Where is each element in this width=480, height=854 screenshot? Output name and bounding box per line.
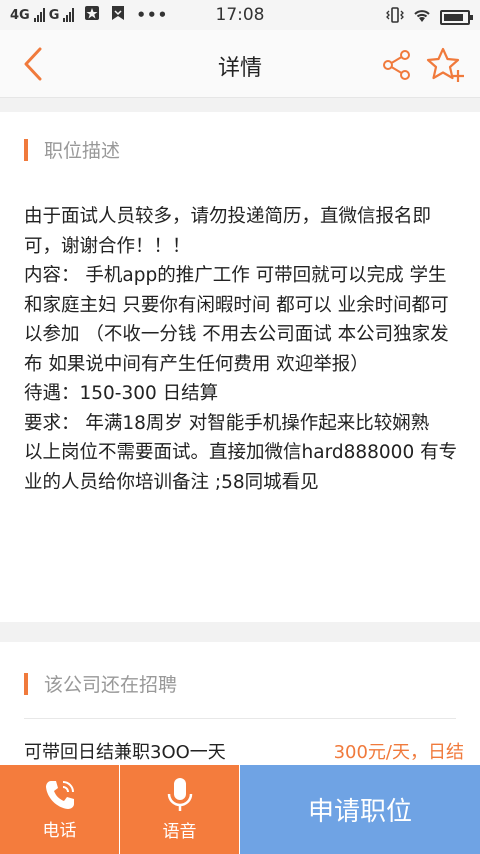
call-button[interactable]: 电话 [0,765,120,854]
job-list-item[interactable]: 可带回日结兼职3OO一天 300元/天，日结 [24,738,464,764]
app-notification-icon [84,5,100,25]
call-label: 电话 [42,821,77,841]
other-jobs-section: 该公司还在招聘 可带回日结兼职3OO一天 300元/天，日结 [0,642,480,772]
job-item-pay: 300元/天，日结 [333,742,464,763]
section-accent-bar [24,138,28,161]
star-add-icon [426,47,464,82]
battery-fill [444,13,463,21]
other-jobs-heading: 该公司还在招聘 [44,674,178,696]
divider [24,718,456,719]
microphone-icon [167,778,192,811]
nav-bar: 详情 [0,30,480,98]
voice-label: 语音 [162,822,197,842]
battery-icon [440,9,473,25]
apply-button[interactable]: 申请职位 [240,765,480,854]
more-icon: ••• [136,6,169,24]
other-jobs-header: 该公司还在招聘 [24,670,177,697]
signal-icon [33,8,45,22]
voice-button[interactable]: 语音 [120,765,240,854]
description-body: 由于面试人员较多，请勿投递简历，直微信报名即可，谢谢合作！！！ 内容： 手机ap… [24,206,458,493]
vibrate-icon [386,6,404,28]
bottom-action-bar: 电话 语音 申请职位 [0,765,480,854]
share-icon [383,50,410,80]
favorite-button[interactable] [426,46,466,84]
description-header: 职位描述 [24,136,120,163]
description-heading: 职位描述 [44,140,121,162]
section-accent-bar [24,672,28,695]
network-type-1: 4G [10,7,30,23]
job-description-section: 职位描述 由于面试人员较多，请勿投递简历，直微信报名即可，谢谢合作！！！ 内容：… [0,112,480,622]
share-button[interactable] [380,48,414,82]
job-item-title: 可带回日结兼职3OO一天 [24,742,226,763]
status-bar: 4G G ••• 17:08 [0,0,480,30]
status-right [386,6,473,28]
status-left: 4G G ••• [10,5,168,25]
signal-icon-2 [63,8,75,22]
message-icon [110,5,126,25]
wifi-icon [412,7,432,27]
phone-icon [45,781,74,809]
network-type-2: G [48,7,60,23]
